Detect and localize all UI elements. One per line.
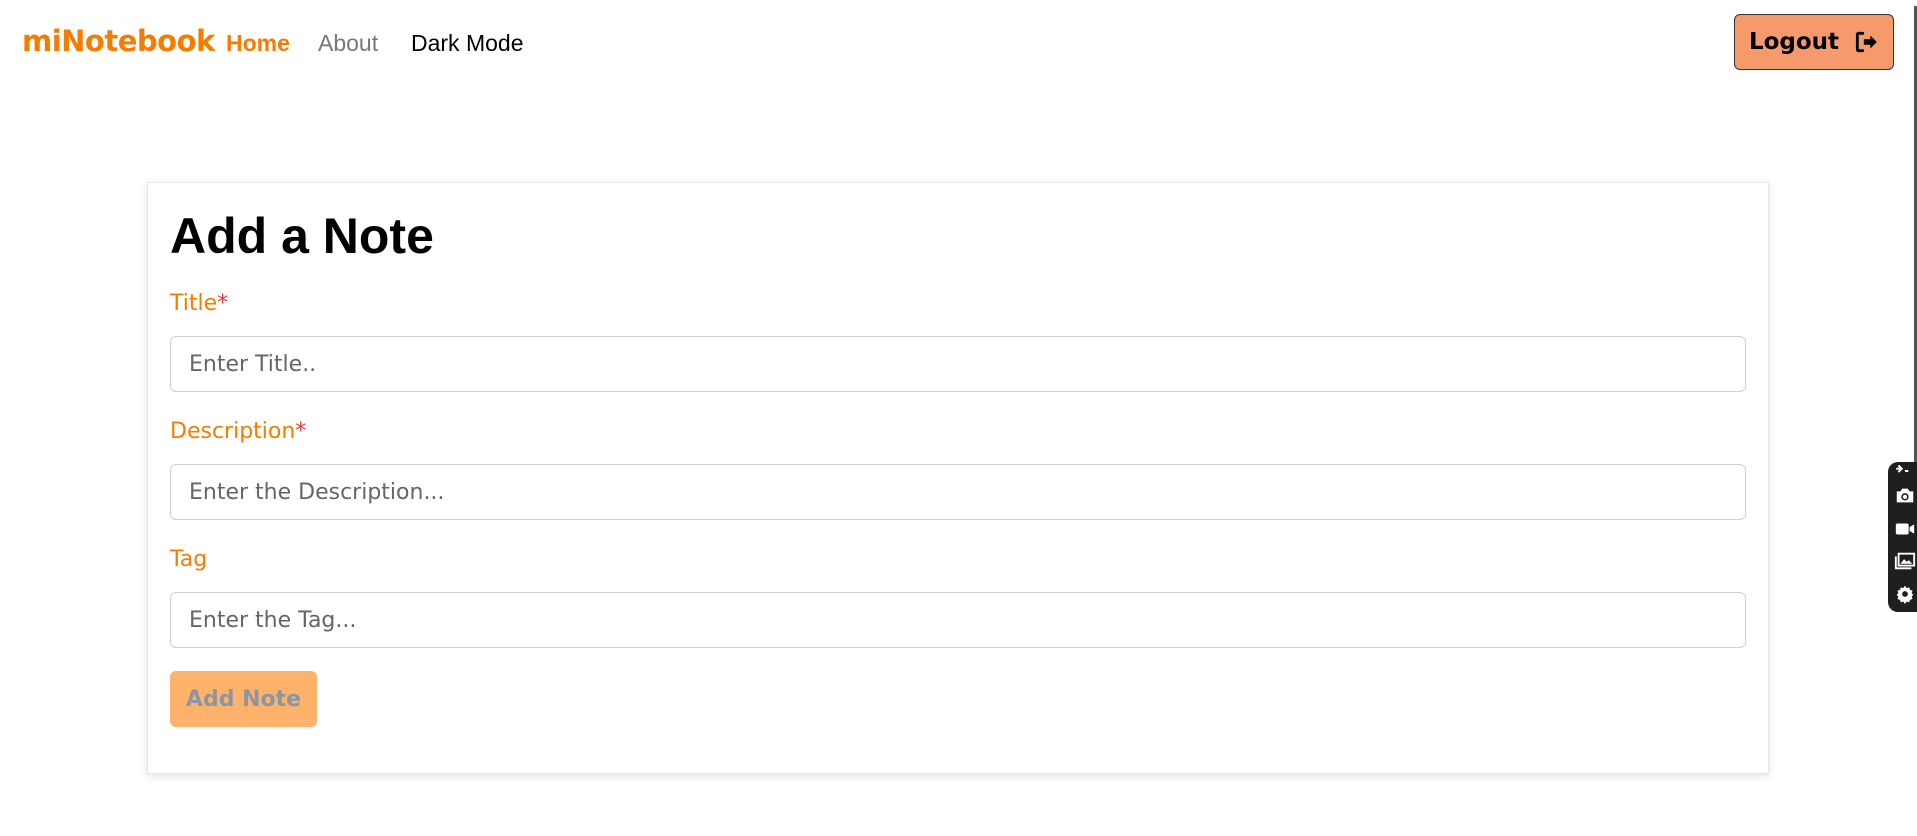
pin-icon[interactable] bbox=[1892, 464, 1917, 478]
navbar: miNotebook Home About Dark Mode Logout bbox=[0, 0, 1917, 86]
side-toolbar bbox=[1888, 462, 1917, 612]
nav-link-home[interactable]: Home bbox=[226, 30, 290, 57]
tag-label: Tag bbox=[170, 547, 207, 572]
description-label-text: Description bbox=[170, 419, 296, 444]
brand-logo[interactable]: miNotebook bbox=[22, 24, 215, 58]
video-icon[interactable] bbox=[1892, 518, 1917, 540]
dark-mode-toggle[interactable]: Dark Mode bbox=[411, 30, 523, 57]
gallery-icon[interactable] bbox=[1892, 550, 1917, 572]
add-note-card: Add a Note Title* Description* Tag Add N… bbox=[147, 182, 1769, 774]
add-note-button[interactable]: Add Note bbox=[170, 671, 317, 727]
settings-icon[interactable] bbox=[1892, 583, 1917, 605]
description-input[interactable] bbox=[170, 464, 1746, 520]
page-title: Add a Note bbox=[170, 208, 434, 264]
title-input[interactable] bbox=[170, 336, 1746, 392]
title-label: Title* bbox=[170, 291, 228, 316]
nav-link-about[interactable]: About bbox=[318, 30, 378, 57]
tag-input[interactable] bbox=[170, 592, 1746, 648]
camera-icon[interactable] bbox=[1892, 484, 1917, 506]
sign-out-icon bbox=[1855, 31, 1877, 53]
logout-button[interactable]: Logout bbox=[1734, 14, 1894, 70]
title-label-text: Title bbox=[170, 291, 218, 316]
tag-label-text: Tag bbox=[170, 547, 208, 572]
description-label: Description* bbox=[170, 419, 306, 444]
required-mark: * bbox=[217, 291, 229, 316]
logout-label: Logout bbox=[1748, 29, 1840, 55]
required-mark: * bbox=[295, 419, 307, 444]
